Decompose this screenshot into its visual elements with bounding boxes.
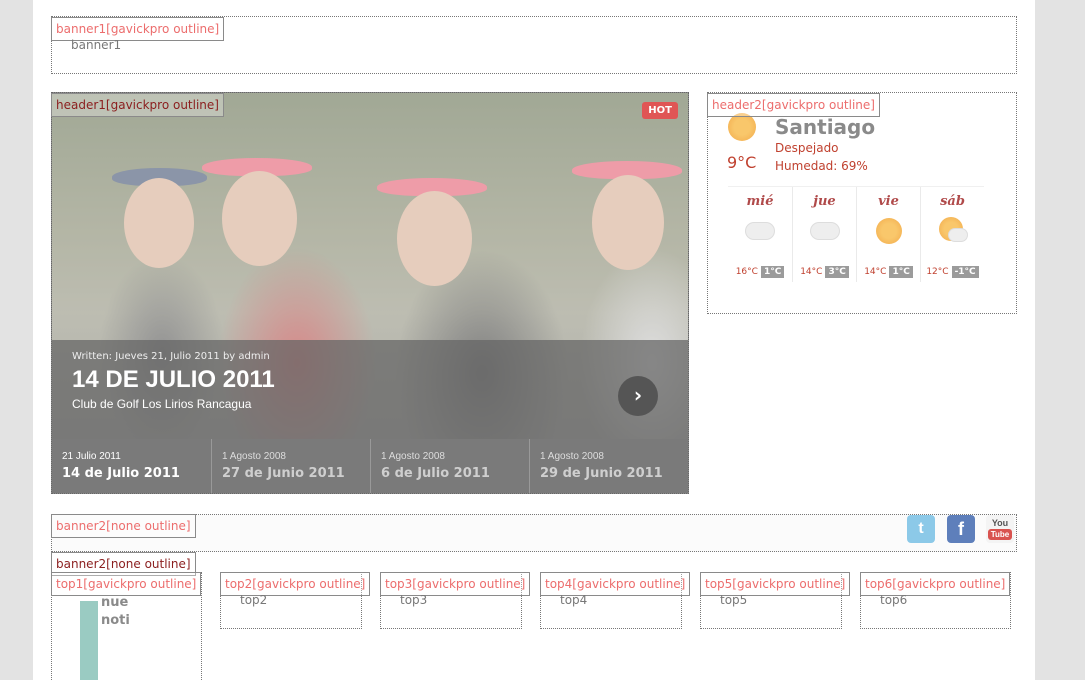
slide-tab-2[interactable]: 1 Agosto 2008 27 de Junio 2011 [211,439,370,493]
weather-forecast: mié 16°C 1°C jue 14°C 3°C vie 14°C 1°C s… [728,186,984,282]
top4-content: top4 [560,593,588,607]
forecast-day: mié 16°C 1°C [728,187,792,282]
banner2-label: banner2[none outline] [51,514,196,538]
sun-cloud-icon [937,215,969,247]
cloud-icon [744,215,776,247]
slideshow[interactable]: HOT Written: Jueves 21, Julio 2011 by ad… [51,92,689,494]
sun-icon [728,113,756,141]
top1-line: nue [101,595,129,610]
forecast-day: sáb 12°C -1°C [920,187,984,282]
header2-label: header2[gavickpro outline] [707,93,880,117]
top1-line: noti [101,613,130,628]
weather-condition: Despejado [775,141,839,155]
next-slide-button[interactable]: › [618,376,658,416]
banner1-content: banner1 [71,38,122,52]
twitter-icon[interactable]: t [907,515,935,543]
forecast-day: jue 14°C 3°C [792,187,856,282]
weather-widget: Santiago 9°C Despejado Humedad: 69% mié … [707,92,1017,314]
banner2-module [51,514,1017,552]
top3-content: top3 [400,593,428,607]
slide-tabs: 21 Julio 2011 14 de Julio 2011 1 Agosto … [52,439,688,493]
forecast-day: vie 14°C 1°C [856,187,920,282]
top5-content: top5 [720,593,748,607]
slide-tab-1[interactable]: 21 Julio 2011 14 de Julio 2011 [52,439,211,493]
slide-caption: Written: Jueves 21, Julio 2011 by admin … [52,340,688,439]
slide-subtitle: Club de Golf Los Lirios Rancagua [72,397,252,411]
top1-label: top1[gavickpro outline] [51,572,202,596]
facebook-icon[interactable]: f [947,515,975,543]
slide-tab-3[interactable]: 1 Agosto 2008 6 de Julio 2011 [370,439,529,493]
slide-title[interactable]: 14 DE JULIO 2011 [72,366,275,394]
slide-tab-4[interactable]: 1 Agosto 2008 29 de Junio 2011 [529,439,688,493]
top2-content: top2 [240,593,268,607]
weather-city: Santiago [775,115,876,139]
weather-humidity: Humedad: 69% [775,159,868,173]
youtube-icon[interactable]: You Tube [986,515,1014,543]
slide-written: Written: Jueves 21, Julio 2011 by admin [72,351,270,362]
hot-badge: HOT [642,102,678,119]
top1-accent-bar [80,601,98,680]
weather-temperature: 9°C [727,153,757,172]
sun-icon [873,215,905,247]
cloud-icon [809,215,841,247]
chevron-right-icon: › [633,383,643,407]
header1-label: header1[gavickpro outline] [51,93,224,117]
top6-content: top6 [880,593,908,607]
